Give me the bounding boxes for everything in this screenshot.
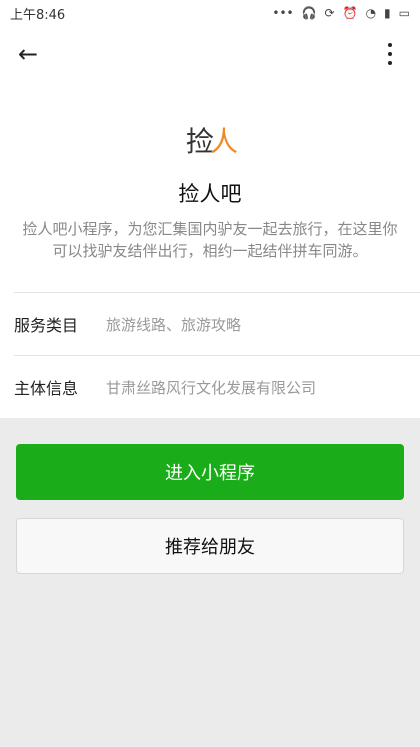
- miniprogram-info-card: 捡 人 捡人吧 捡人吧小程序，为您汇集国内驴友一起去旅行，在这里你可以找驴友结伴…: [0, 82, 420, 418]
- logo-text: 捡: [185, 125, 214, 158]
- enter-miniprogram-button[interactable]: 进入小程序: [16, 444, 404, 500]
- miniprogram-description: 捡人吧小程序，为您汇集国内驴友一起去旅行，在这里你可以找驴友结伴出行，相约一起结…: [22, 220, 398, 260]
- arrow-left-icon: ←: [17, 40, 39, 68]
- more-vertical-icon: [388, 43, 392, 65]
- share-to-friend-button[interactable]: 推荐给朋友: [16, 518, 404, 574]
- miniprogram-name: 捡人吧: [178, 182, 242, 206]
- wifi-icon: ◔: [365, 6, 377, 20]
- back-button[interactable]: ←: [12, 38, 44, 70]
- info-row-entity: 主体信息 甘肃丝路风行文化发展有限公司: [14, 356, 406, 418]
- status-bar: 上午8:46 ••• 🎧 ⟳ ⏰ ◔ ▮ ▭: [0, 0, 420, 26]
- alarm-icon: ⏰: [342, 6, 358, 20]
- signal-icon: ▮: [384, 6, 391, 20]
- dots-icon: •••: [272, 6, 294, 20]
- app-bar: ←: [0, 26, 420, 82]
- miniprogram-logo: 捡 人: [180, 120, 240, 160]
- headphones-icon: 🎧: [301, 6, 317, 20]
- info-row-service: 服务类目 旅游线路、旅游攻略: [14, 293, 406, 355]
- info-label: 服务类目: [14, 316, 79, 335]
- status-time: 上午8:46: [10, 7, 66, 23]
- info-value: 旅游线路、旅游攻略: [106, 315, 242, 334]
- battery-icon: ▭: [398, 6, 410, 20]
- sync-icon: ⟳: [324, 6, 335, 20]
- status-icons: ••• 🎧 ⟳ ⏰ ◔ ▮ ▭: [272, 6, 410, 20]
- more-button[interactable]: [378, 38, 402, 70]
- logo-accent-text: 人: [210, 125, 238, 158]
- info-value: 甘肃丝路风行文化发展有限公司: [106, 378, 317, 397]
- info-label: 主体信息: [14, 379, 79, 398]
